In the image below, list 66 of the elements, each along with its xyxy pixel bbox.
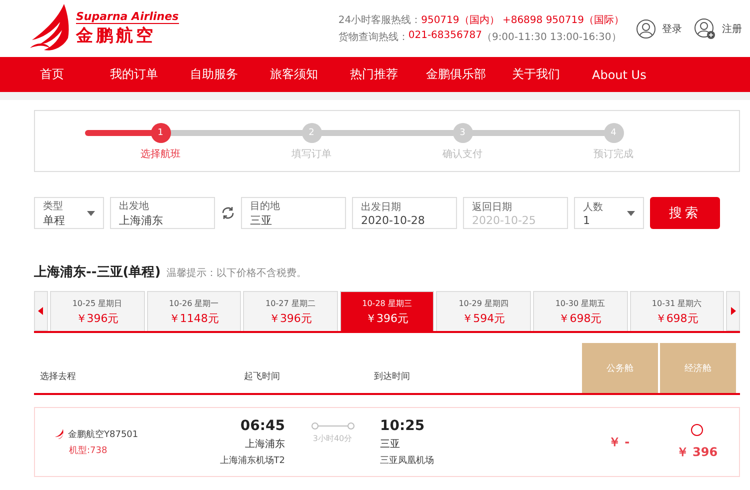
user-icon xyxy=(636,18,656,38)
departure-airport: 上海浦东机场T2 xyxy=(220,454,285,466)
hotline-number: 021-68356787 xyxy=(408,30,482,43)
previous-button[interactable] xyxy=(34,291,48,331)
nav-link[interactable]: 热门推荐 xyxy=(350,66,426,83)
nav-link[interactable]: About Us xyxy=(592,68,672,82)
economy-price: ￥ 396 xyxy=(676,444,718,460)
swap-icon[interactable] xyxy=(221,206,235,220)
column-header: 起飞时间 xyxy=(244,370,281,384)
date-tab[interactable]: 10-30 星期五 ￥698元 xyxy=(532,291,628,331)
business-price: ￥ - xyxy=(608,434,630,450)
select-field[interactable]: 人数 1 xyxy=(574,197,644,229)
arrival-city: 三亚 xyxy=(380,438,400,450)
nav-link[interactable]: 关于我们 xyxy=(512,66,592,83)
airline-logo-icon xyxy=(55,429,64,439)
nav-link[interactable]: 首页 xyxy=(40,66,110,83)
departure-city: 上海浦东 xyxy=(245,438,285,450)
nav-link[interactable]: 自助服务 xyxy=(190,66,270,83)
step-label: 确认支付 xyxy=(442,148,482,161)
aircraft-model: 机型:738 xyxy=(68,444,108,456)
input-field[interactable]: 出发日期 2020-10-28 xyxy=(352,197,457,229)
date-tab[interactable]: 10-31 星期六 ￥698元 xyxy=(630,291,724,331)
duration-line-icon xyxy=(310,422,354,430)
select-field[interactable]: 类型 单程 xyxy=(34,197,104,229)
step-number: 1 xyxy=(150,123,170,143)
nav-link[interactable]: 我的订单 xyxy=(110,66,190,83)
logo-name: 金鹏航空 xyxy=(76,25,157,47)
add-user-icon xyxy=(694,18,716,40)
flight-duration: 3小时40分 xyxy=(312,433,352,444)
login-link[interactable]: 登录 xyxy=(636,18,682,38)
hotline-number: 950719（国内） +86898 950719（国际） xyxy=(421,14,624,27)
hotline-label: 24小时客服热线： xyxy=(338,14,422,27)
departure-time: 06:45 xyxy=(240,418,285,434)
arrival-airport: 三亚凤凰机场 xyxy=(380,454,434,466)
flight-number: 金鹏航空Y87501 xyxy=(68,428,138,440)
search-button[interactable]: 搜索 xyxy=(650,197,720,229)
next-button[interactable] xyxy=(726,291,740,331)
input-field[interactable]: 目的地 三亚 xyxy=(241,197,346,229)
tax-tip: 温馨提示：以下价格不含税费。 xyxy=(166,266,307,280)
column-header: 到达时间 xyxy=(374,370,411,384)
input-field[interactable]: 出发地 上海浦东 xyxy=(110,197,215,229)
date-tab[interactable]: 10-28 星期三 ￥396元 xyxy=(340,291,434,331)
right-arrow-icon xyxy=(730,307,736,315)
left-arrow-icon xyxy=(38,307,44,315)
step-label: 填写订单 xyxy=(292,148,332,161)
logo-name: Suparna Airlines xyxy=(76,10,179,24)
logo-icon xyxy=(28,4,72,54)
arrival-time: 10:25 xyxy=(380,418,425,434)
date-tab[interactable]: 10-25 星期日 ￥396元 xyxy=(50,291,145,331)
fare-radio[interactable] xyxy=(691,424,703,436)
hotline-label: 货物查询热线： xyxy=(338,30,408,44)
step-label: 选择航班 xyxy=(140,148,180,161)
column-header: 选择去程 xyxy=(39,370,77,384)
cabin-header: 经济舱 xyxy=(660,343,736,393)
date-tab[interactable]: 10-29 星期四 ￥594元 xyxy=(436,291,531,331)
step-label: 预订完成 xyxy=(594,148,634,161)
route-title: 上海浦东--三亚(单程) xyxy=(34,264,161,281)
date-tab[interactable]: 10-26 星期一 ￥1148元 xyxy=(146,291,242,331)
caret-icon xyxy=(87,210,95,216)
register-link[interactable]: 注册 xyxy=(694,18,742,40)
hotline-hours: （9:00-11:30 13:00-16:30） xyxy=(482,31,622,44)
cabin-header: 公务舱 xyxy=(582,343,658,393)
nav-link[interactable]: 旅客须知 xyxy=(270,66,350,83)
caret-icon xyxy=(627,210,635,216)
nav-link[interactable]: 金鹏俱乐部 xyxy=(426,66,512,83)
date-tab[interactable]: 10-27 星期二 ￥396元 xyxy=(243,291,338,331)
